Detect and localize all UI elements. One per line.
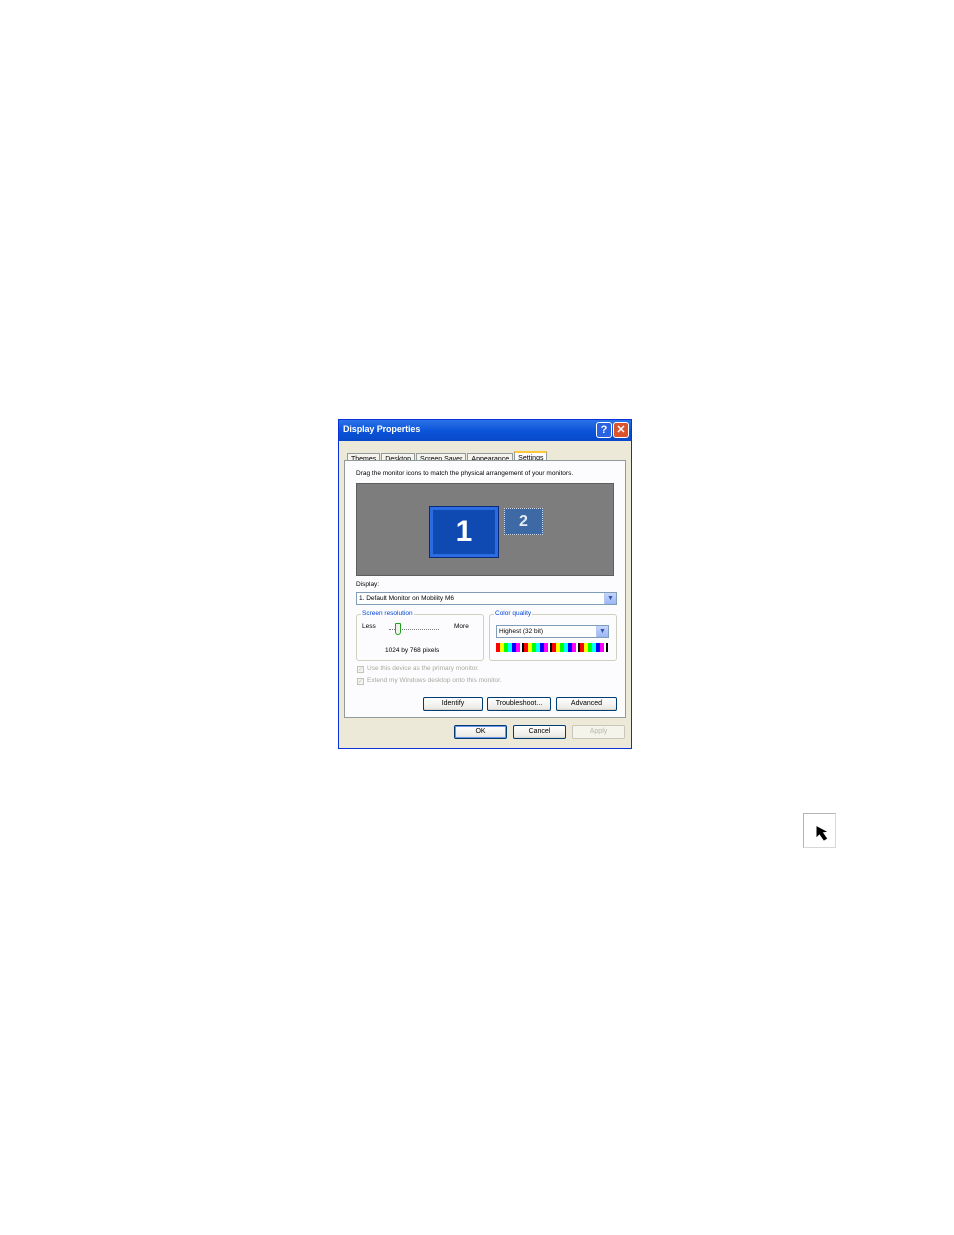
primary-monitor-checkbox[interactable]: ✓ <box>357 666 364 673</box>
apply-button[interactable]: Apply <box>572 725 625 739</box>
color-quality-title: Color quality <box>494 610 533 617</box>
color-quality-group: Color quality Highest (32 bit) ▼ <box>489 610 617 661</box>
monitor-1-icon[interactable]: 1 <box>429 506 499 558</box>
display-select-value: 1. Default Monitor on Mobility M6 <box>359 595 455 602</box>
screen-resolution-title: Screen resolution <box>361 610 414 617</box>
color-quality-select[interactable]: Highest (32 bit) ▼ <box>496 625 609 638</box>
color-quality-value: Highest (32 bit) <box>499 628 544 635</box>
instruction-text: Drag the monitor icons to match the phys… <box>356 470 574 477</box>
resolution-value: 1024 by 768 pixels <box>385 647 440 654</box>
tab-bar: ThemesDesktopScreen SaverAppearanceSetti… <box>347 447 548 466</box>
chevron-down-icon[interactable]: ▼ <box>604 593 616 604</box>
arrow-cursor-icon <box>816 826 828 841</box>
monitor-2-icon[interactable]: 2 <box>504 508 543 535</box>
ok-button[interactable]: OK <box>454 725 507 739</box>
close-button[interactable]: ✕ <box>613 422 629 438</box>
screen-resolution-group: Screen resolution Less More 1024 by 768 … <box>356 610 484 661</box>
monitor-arrangement-area[interactable]: 1 2 <box>356 483 614 576</box>
help-button[interactable]: ? <box>596 422 612 438</box>
cursor-indicator <box>803 813 836 848</box>
window-title: Display Properties <box>343 424 421 434</box>
advanced-button[interactable]: Advanced <box>556 697 617 711</box>
primary-monitor-label: Use this device as the primary monitor. <box>367 665 479 672</box>
color-spectrum-bar <box>496 643 608 652</box>
extend-desktop-label: Extend my Windows desktop onto this moni… <box>367 677 502 684</box>
troubleshoot-button[interactable]: Troubleshoot... <box>487 697 551 711</box>
less-label: Less <box>362 623 376 630</box>
chevron-down-icon[interactable]: ▼ <box>596 626 608 637</box>
settings-panel: Drag the monitor icons to match the phys… <box>344 460 626 718</box>
cancel-button[interactable]: Cancel <box>513 725 566 739</box>
identify-button[interactable]: Identify <box>423 697 483 711</box>
extend-desktop-checkbox[interactable]: ✓ <box>357 678 364 685</box>
more-label: More <box>454 623 469 630</box>
display-properties-dialog: Display Properties ? ✕ ThemesDesktopScre… <box>338 419 632 749</box>
display-label: Display: <box>356 581 380 588</box>
resolution-slider-thumb[interactable] <box>395 623 401 635</box>
title-bar[interactable]: Display Properties ? ✕ <box>339 420 631 441</box>
display-select[interactable]: 1. Default Monitor on Mobility M6 ▼ <box>356 592 617 605</box>
